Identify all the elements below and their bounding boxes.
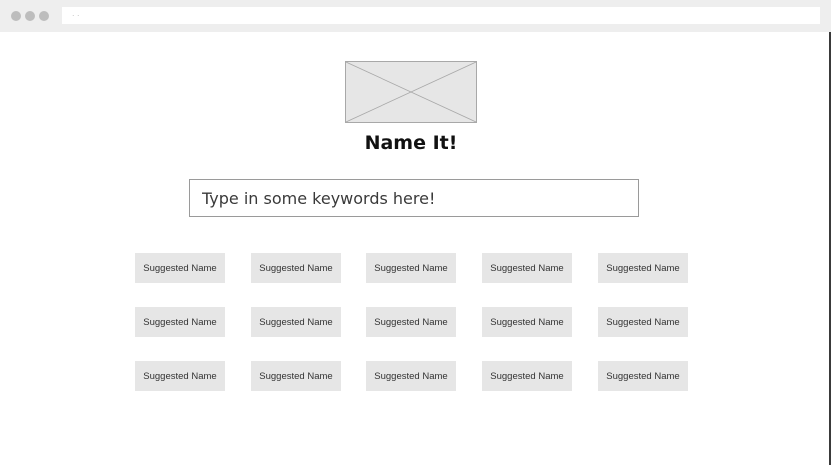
window-maximize-dot[interactable]	[39, 11, 49, 21]
suggested-name-chip[interactable]: Suggested Name	[482, 307, 572, 337]
suggested-name-chip[interactable]: Suggested Name	[598, 253, 688, 283]
suggested-name-chip[interactable]: Suggested Name	[251, 253, 341, 283]
suggested-name-chip[interactable]: Suggested Name	[135, 361, 225, 391]
suggested-name-chip[interactable]: Suggested Name	[251, 307, 341, 337]
suggested-name-chip[interactable]: Suggested Name	[366, 253, 456, 283]
page: . . Name It! Suggested Name Suggested Na…	[0, 0, 831, 465]
suggested-name-chip[interactable]: Suggested Name	[598, 361, 688, 391]
window-close-dot[interactable]	[11, 11, 21, 21]
keyword-search-input[interactable]	[189, 179, 639, 217]
image-placeholder-icon	[346, 62, 476, 122]
address-bar[interactable]: . .	[62, 7, 820, 24]
window-minimize-dot[interactable]	[25, 11, 35, 21]
suggested-name-chip[interactable]: Suggested Name	[135, 253, 225, 283]
browser-chrome: . .	[0, 0, 831, 32]
suggested-name-chip[interactable]: Suggested Name	[366, 361, 456, 391]
page-title: Name It!	[364, 132, 458, 154]
suggested-name-chip[interactable]: Suggested Name	[482, 253, 572, 283]
address-bar-text: . .	[72, 8, 80, 18]
logo-image-placeholder	[345, 61, 477, 123]
suggested-name-chip[interactable]: Suggested Name	[598, 307, 688, 337]
suggested-name-chip[interactable]: Suggested Name	[251, 361, 341, 391]
suggested-name-chip[interactable]: Suggested Name	[366, 307, 456, 337]
suggested-name-chip[interactable]: Suggested Name	[482, 361, 572, 391]
suggested-name-chip[interactable]: Suggested Name	[135, 307, 225, 337]
